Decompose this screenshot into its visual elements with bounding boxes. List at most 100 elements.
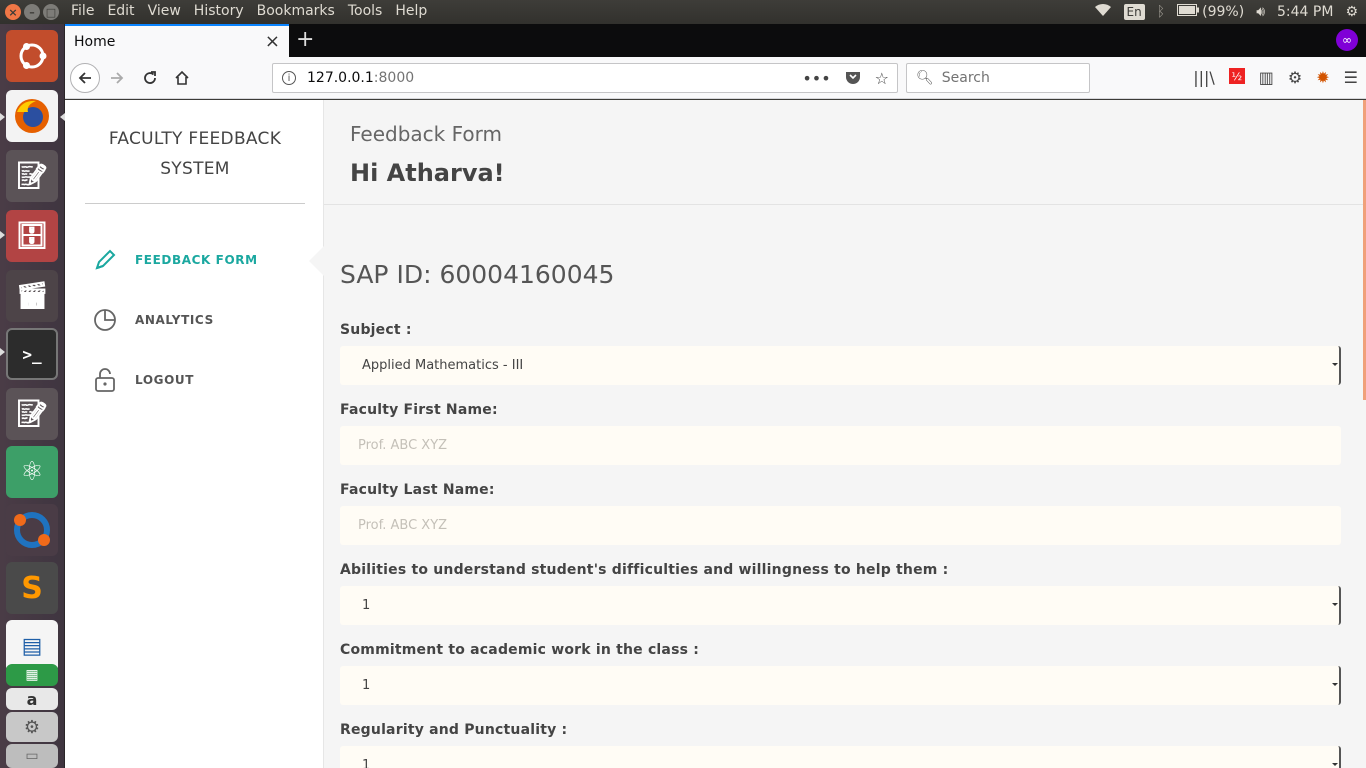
tab-home[interactable]: Home × [65, 24, 289, 57]
menu-bookmarks[interactable]: Bookmarks [257, 3, 335, 19]
menu-tools[interactable]: Tools [348, 3, 383, 19]
back-button[interactable] [70, 63, 100, 93]
browser-navigation-bar: i 127.0.0.1:8000 ••• ☆ 🔍︎ Search |||\ ½ … [65, 57, 1366, 99]
system-top-panel: × – □ File Edit View History Bookmarks T… [0, 0, 1366, 24]
question-understanding-label: Abilities to understand student's diffic… [340, 562, 949, 578]
greeting: Hi Atharva! [350, 159, 505, 187]
gedit-icon[interactable]: 📝︎ [6, 388, 58, 440]
private-browsing-icon: ∞ [1336, 29, 1358, 51]
url-actions: ••• ☆ [802, 69, 889, 89]
reload-icon [144, 71, 156, 84]
url-host: 127.0.0.1 [307, 70, 374, 86]
window-close-button[interactable]: × [5, 4, 21, 20]
question-punctuality-select[interactable]: 1 [340, 746, 1341, 768]
sidebar-item-label: LOGOUT [135, 373, 195, 387]
libreoffice-calc-icon[interactable]: ▦ [6, 664, 58, 686]
firefox-icon[interactable] [6, 90, 58, 142]
question-commitment-label: Commitment to academic work in the class… [340, 642, 700, 658]
bluetooth-icon[interactable]: ᛒ [1157, 4, 1165, 20]
sidebar-item-feedback-form[interactable]: FEEDBACK FORM [93, 245, 258, 275]
lock-icon [93, 367, 135, 393]
chevron-down-icon [1332, 683, 1338, 686]
sidebar-item-analytics[interactable]: ANALYTICS [93, 305, 214, 335]
main-content: Feedback Form Hi Atharva! SAP ID: 600041… [324, 100, 1366, 768]
home-button[interactable] [167, 63, 197, 93]
clock[interactable]: 5:44 PM [1277, 4, 1333, 20]
sidebar-toggle-icon[interactable]: ▥ [1259, 68, 1274, 87]
window-maximize-button[interactable]: □ [43, 4, 59, 20]
wifi-icon[interactable] [1094, 3, 1112, 21]
extension-gear-icon[interactable]: ⚙ [1288, 68, 1302, 87]
chevron-down-icon [1332, 363, 1338, 366]
menu-view[interactable]: View [148, 3, 181, 19]
settings-gear-icon[interactable]: ⚙ [1345, 4, 1358, 20]
site-info-icon[interactable]: i [282, 71, 296, 85]
hamburger-menu-icon[interactable]: ☰ [1344, 68, 1358, 87]
extension-red-icon[interactable]: ½ [1228, 68, 1245, 84]
back-arrow-icon [78, 72, 91, 84]
bookmark-star-icon[interactable]: ☆ [875, 69, 889, 89]
sidebar-item-label: ANALYTICS [135, 313, 214, 327]
browser-tab-bar: Home × + ∞ [65, 24, 1366, 57]
faculty-last-name-label: Faculty Last Name: [340, 482, 495, 498]
octave-icon[interactable] [6, 504, 58, 556]
search-bar[interactable]: 🔍︎ Search [906, 63, 1090, 93]
video-editor-icon[interactable]: 🎬︎ [6, 270, 58, 322]
sidebar-item-label: FEEDBACK FORM [135, 253, 258, 267]
toolbar-icons: |||\ ½ ▥ ⚙ ✹ ☰ [1193, 68, 1358, 87]
window-minimize-button[interactable]: – [24, 4, 40, 20]
question-commitment-select[interactable]: 1 [340, 666, 1341, 705]
brand-divider [85, 203, 305, 204]
faculty-last-name-input[interactable]: Prof. ABC XYZ [340, 506, 1341, 545]
battery-indicator[interactable]: (99%) [1177, 4, 1244, 20]
file-manager-icon[interactable]: 🗄︎ [6, 210, 58, 262]
new-tab-button[interactable]: + [296, 27, 314, 52]
window-controls: × – □ [5, 4, 59, 20]
sap-id: SAP ID: 60004160045 [340, 260, 615, 289]
question-punctuality-value: 1 [362, 758, 371, 768]
forward-button[interactable] [102, 63, 132, 93]
pocket-icon[interactable] [845, 69, 861, 89]
sublime-text-icon[interactable]: S [6, 562, 58, 614]
extension-sun-icon[interactable]: ✹ [1316, 68, 1329, 87]
menu-edit[interactable]: Edit [107, 3, 134, 19]
app-sidebar: FACULTY FEEDBACK SYSTEM FEEDBACK FORM AN… [65, 100, 324, 768]
question-understanding-select[interactable]: 1 [340, 586, 1341, 625]
active-item-notch [309, 245, 325, 277]
reload-button[interactable] [135, 63, 165, 93]
volume-icon[interactable]: 🔊︎ [1256, 4, 1265, 20]
home-icon [175, 70, 189, 85]
keyboard-layout-indicator[interactable]: En [1123, 4, 1145, 20]
faculty-first-name-input[interactable]: Prof. ABC XYZ [340, 426, 1341, 465]
page-actions-icon[interactable]: ••• [802, 69, 830, 89]
first-name-placeholder: Prof. ABC XYZ [358, 438, 448, 453]
menu-file[interactable]: File [71, 3, 94, 19]
web-page: FACULTY FEEDBACK SYSTEM FEEDBACK FORM AN… [65, 100, 1366, 768]
sidebar-item-logout[interactable]: LOGOUT [93, 365, 194, 395]
tab-close-icon[interactable]: × [265, 31, 280, 52]
last-name-placeholder: Prof. ABC XYZ [358, 518, 448, 533]
page-header: Feedback Form Hi Atharva! [324, 100, 1366, 205]
system-settings-icon[interactable]: ⚙ [6, 712, 58, 742]
chevron-down-icon [1332, 603, 1338, 606]
url-port: :8000 [373, 70, 415, 86]
subject-value: Applied Mathematics - III [362, 358, 524, 373]
question-commitment-value: 1 [362, 678, 371, 693]
menu-help[interactable]: Help [395, 3, 427, 19]
ubuntu-launcher: 📝︎ 🗄︎ 🎬︎ >_ 📝︎ ⚛ S ▤ ▦ a ⚙ ▭ [0, 24, 65, 768]
subject-select[interactable]: Applied Mathematics - III [340, 346, 1341, 385]
library-icon[interactable]: |||\ [1193, 68, 1215, 87]
amazon-icon[interactable]: a [6, 688, 58, 710]
faculty-first-name-label: Faculty First Name: [340, 402, 498, 418]
question-punctuality-label: Regularity and Punctuality : [340, 722, 568, 738]
atom-editor-icon[interactable]: ⚛ [6, 446, 58, 498]
trash-icon[interactable]: ▭ [6, 744, 58, 768]
terminal-icon[interactable]: >_ [6, 328, 58, 380]
subject-label: Subject : [340, 322, 412, 338]
text-editor-icon[interactable]: 📝︎ [6, 150, 58, 202]
pie-chart-icon [93, 308, 135, 332]
url-bar[interactable]: i 127.0.0.1:8000 ••• ☆ [272, 63, 898, 93]
system-indicators: En ᛒ (99%) 🔊︎ 5:44 PM ⚙ [1094, 3, 1358, 21]
menu-history[interactable]: History [194, 3, 244, 19]
ubuntu-dash-icon[interactable] [6, 30, 58, 82]
